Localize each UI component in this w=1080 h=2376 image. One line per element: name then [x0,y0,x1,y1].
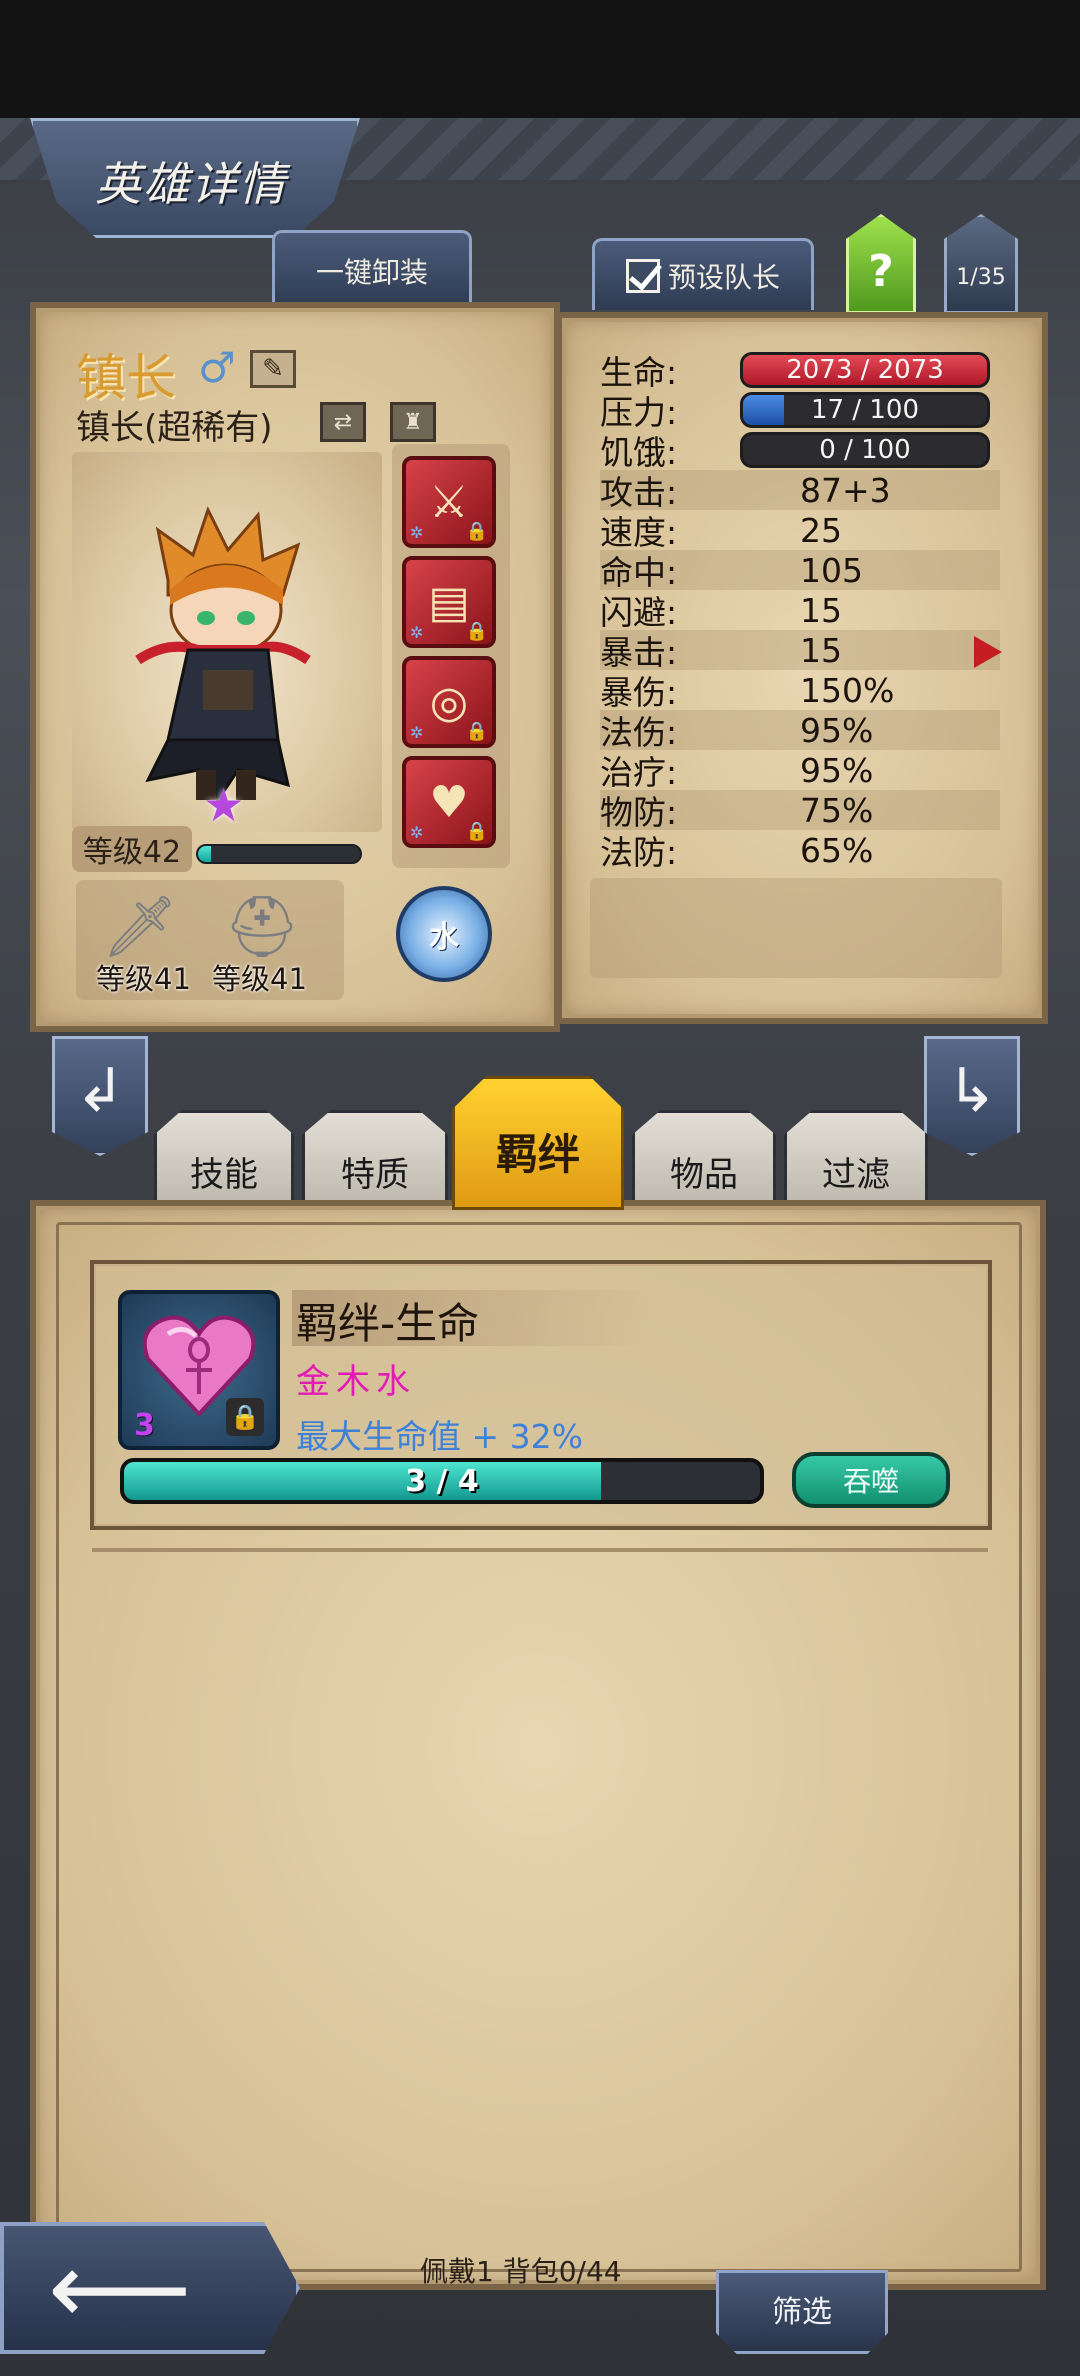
gear-badge-icon: ✲ [410,523,424,542]
stat-value: 75% [800,790,874,830]
previous-hero-arrow-icon[interactable]: ↲ [52,1036,148,1156]
lock-icon: 🔒 [465,621,488,642]
bond-title: 羁绊-生命 [292,1290,652,1348]
equip-slot-book[interactable]: ▤ ✲ 🔒 [402,556,496,648]
lock-icon: 🔒 [465,821,488,842]
bond-effect: 最大生命值 + 32% [296,1417,583,1456]
stat-value: 15 [800,630,842,670]
stat-label: 法防: [600,833,678,872]
heart-icon: ♥ [429,776,469,828]
stat-value: 150% [800,670,895,710]
equip-slot-ring[interactable]: ◎ ✲ 🔒 [402,656,496,748]
stats-list: 生命: 2073 / 2073 压力: 17 / 100 饥饿: 0 / 100… [600,350,1000,872]
lock-icon[interactable]: 🔒 [226,1398,264,1436]
equip-slot-heart[interactable]: ♥ ✲ 🔒 [402,756,496,848]
back-arrow-icon[interactable]: ⟵ [0,2222,300,2354]
xp-bar [196,844,362,864]
hero-rank: 镇长(超稀有) [76,408,273,448]
lock-icon: 🔒 [465,521,488,542]
lock-icon: 🔒 [465,721,488,742]
devour-button[interactable]: 吞噬 [792,1452,950,1508]
tab-traits[interactable]: 特质 [302,1110,448,1210]
ring-icon: ◎ [429,676,469,728]
hp-value: 2073 / 2073 [786,355,944,385]
next-hero-arrow-icon[interactable]: ↳ [924,1036,1020,1156]
stress-bar-fill [743,395,785,425]
screen-button[interactable]: 筛选 [716,2270,888,2354]
tab-bonds[interactable]: 羁绊 [452,1076,624,1210]
water-element-icon: 水 [396,886,492,982]
weapon-level: 等级41 [96,962,191,996]
tab-filter[interactable]: 过滤 [784,1110,928,1210]
preset-leader-label: 预设队长 [667,260,780,294]
hunger-bar: 0 / 100 [740,432,990,468]
star-rank-icon: ★ [203,778,245,832]
unequip-all-button[interactable]: 一键卸装 [272,230,472,308]
hero-level: 等级42 [72,826,192,872]
stat-value: 65% [800,830,874,870]
page-title: 英雄详情 [95,157,287,211]
helmet-icon[interactable]: ⛑ [212,886,312,966]
preset-leader-toggle[interactable]: 预设队长 [592,238,814,310]
divider [92,1548,988,1552]
gear-badge-icon: ✲ [410,723,424,742]
tab-items[interactable]: 物品 [632,1110,776,1210]
stress-value: 17 / 100 [811,395,919,425]
stress-bar: 17 / 100 [740,392,990,428]
male-gender-icon: ♂ [198,343,236,392]
hp-bar: 2073 / 2073 [740,352,990,388]
bond-elements: 金木水 [296,1362,416,1402]
stat-value: 25 [800,510,842,550]
sword-icon[interactable]: 🗡 [90,886,190,966]
crossed-blades-icon: ⚔ [429,476,469,528]
gear-badge-icon: ✲ [410,823,424,842]
inventory-status: 佩戴1 背包0/44 [420,2255,622,2288]
skin-icon[interactable]: ♜ [390,402,436,442]
swap-icon[interactable]: ⇄ [320,402,366,442]
bond-progress-text: 3 / 4 [405,1463,479,1499]
stat-value: 95% [800,750,874,790]
bond-count: 3 [134,1408,155,1443]
checkbox-checked-icon[interactable] [625,258,660,293]
stat-value: 87+3 [800,470,891,510]
gear-badge-icon: ✲ [410,623,424,642]
xp-bar-fill [198,846,211,862]
hunger-value: 0 / 100 [819,435,911,465]
equip-slot-weapon[interactable]: ⚔ ✲ 🔒 [402,456,496,548]
stat-value: 105 [800,550,863,590]
tab-skills[interactable]: 技能 [154,1110,294,1210]
armor-level: 等级41 [212,962,307,996]
bond-progress-bar: 3 / 4 [120,1458,764,1504]
stat-value: 15 [800,590,842,630]
hero-character-sprite [135,506,311,803]
edit-name-icon[interactable]: ✎ [250,350,296,388]
more-stats-arrow-icon[interactable] [974,636,1002,668]
stat-value: 95% [800,710,874,750]
spellbook-icon: ▤ [428,576,470,628]
stats-footer [590,878,1002,978]
